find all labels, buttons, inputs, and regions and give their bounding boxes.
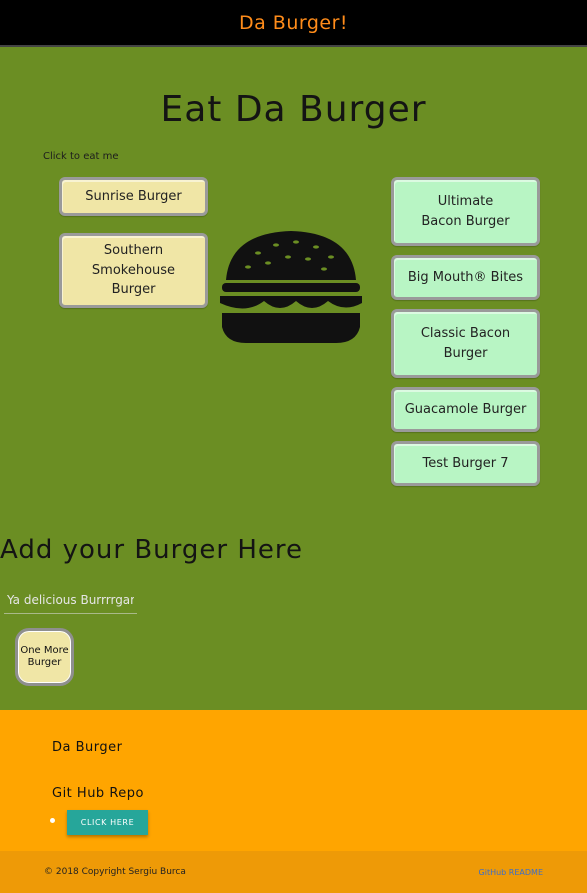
eaten-burger-button[interactable]: Guacamole Burger bbox=[391, 387, 540, 432]
eaten-burger-button[interactable]: Test Burger 7 bbox=[391, 441, 540, 486]
eaten-burger-button[interactable]: Classic Bacon Burger bbox=[391, 309, 540, 378]
eaten-burger-button[interactable]: Ultimate Bacon Burger bbox=[391, 177, 540, 246]
copyright-bar: © 2018 Copyright Sergiu Burca GitHub REA… bbox=[0, 851, 587, 893]
burger-icon bbox=[220, 231, 362, 343]
repo-link-button[interactable]: CLICK HERE bbox=[67, 810, 148, 835]
footer-repo-heading: Git Hub Repo bbox=[52, 786, 144, 801]
click-hint: Click to eat me bbox=[43, 151, 119, 162]
navbar: Da Burger! bbox=[0, 0, 587, 47]
page-title: Eat Da Burger bbox=[160, 89, 427, 130]
uneaten-burger-button[interactable]: Sunrise Burger bbox=[59, 177, 208, 216]
eaten-burger-button[interactable]: Big Mouth® Bites bbox=[391, 255, 540, 300]
add-burger-heading: Add your Burger Here bbox=[0, 535, 303, 565]
footer: Da Burger Git Hub Repo CLICK HERE bbox=[0, 710, 587, 851]
footer-brand: Da Burger bbox=[52, 740, 123, 755]
uneaten-burger-button[interactable]: Southern Smokehouse Burger bbox=[59, 233, 208, 308]
burger-name-input[interactable] bbox=[4, 587, 137, 614]
add-burger-button[interactable]: One More Burger bbox=[15, 628, 74, 686]
github-readme-link[interactable]: GitHub README bbox=[479, 868, 543, 877]
main-content: Eat Da Burger Click to eat me Sunrise Bu… bbox=[0, 47, 587, 710]
list-bullet bbox=[50, 818, 55, 823]
brand-logo[interactable]: Da Burger! bbox=[239, 12, 348, 34]
copyright-text: © 2018 Copyright Sergiu Burca bbox=[44, 867, 186, 877]
